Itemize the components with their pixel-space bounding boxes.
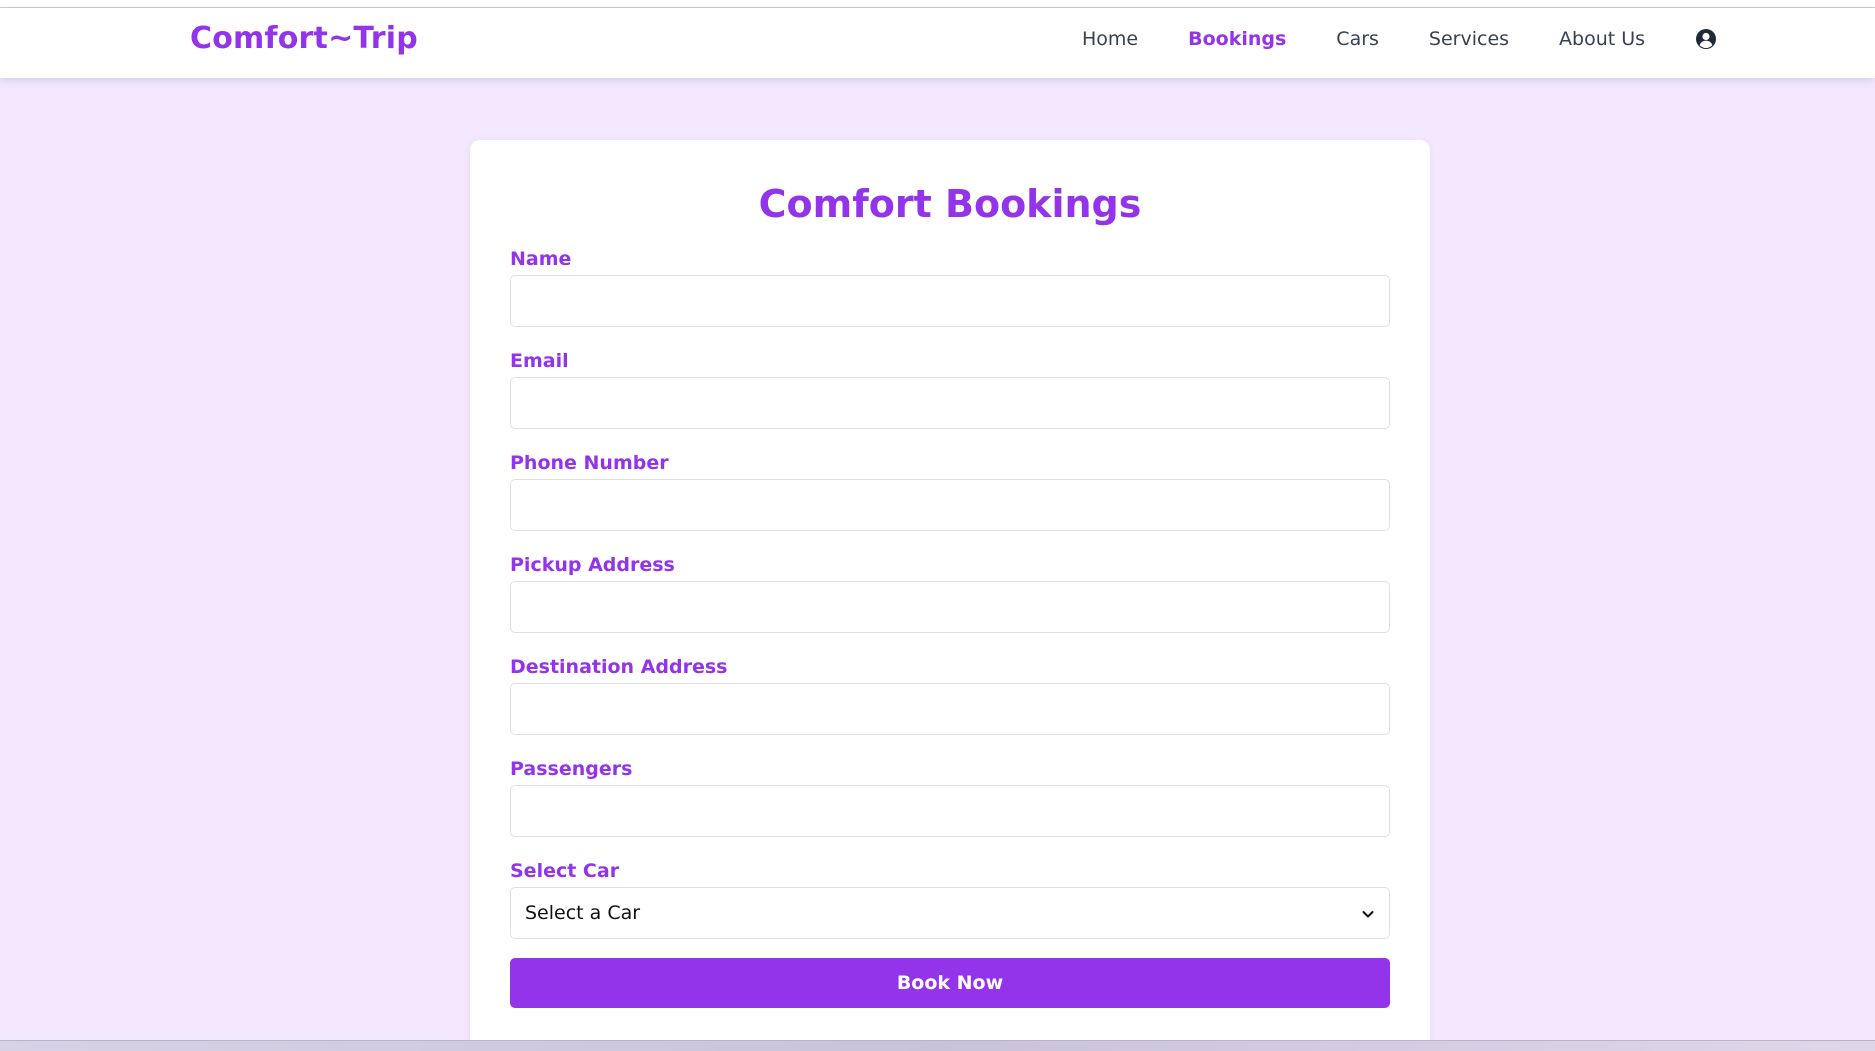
pickup-address-input[interactable] [510, 581, 1390, 633]
nav-links: Home Bookings Cars Services About Us [1082, 28, 1717, 50]
brand-logo[interactable]: Comfort~Trip [190, 21, 418, 56]
navbar: Comfort~Trip Home Bookings Cars Services… [0, 8, 1875, 78]
name-input[interactable] [510, 275, 1390, 327]
taskbar-edge [0, 1040, 1875, 1051]
nav-item-home[interactable]: Home [1082, 28, 1138, 50]
passengers-input[interactable] [510, 785, 1390, 837]
destination-address-input[interactable] [510, 683, 1390, 735]
chevron-down-icon [1361, 906, 1375, 920]
phone-input[interactable] [510, 479, 1390, 531]
booking-card: Comfort Bookings Name Email Phone Number… [470, 140, 1430, 1051]
car-select[interactable]: Select a Car [510, 887, 1390, 939]
nav-item-services[interactable]: Services [1429, 28, 1509, 50]
nav-item-bookings[interactable]: Bookings [1188, 28, 1286, 50]
user-circle-icon[interactable] [1695, 28, 1717, 50]
phone-label: Phone Number [510, 452, 669, 474]
nav-item-cars[interactable]: Cars [1336, 28, 1379, 50]
email-input[interactable] [510, 377, 1390, 429]
car-select-value: Select a Car [525, 902, 641, 924]
destination-address-label: Destination Address [510, 656, 728, 678]
select-car-label: Select Car [510, 860, 620, 882]
email-label: Email [510, 350, 569, 372]
name-label: Name [510, 248, 572, 270]
pickup-address-label: Pickup Address [510, 554, 675, 576]
book-now-button[interactable]: Book Now [510, 958, 1390, 1008]
browser-top-edge [0, 0, 1875, 8]
nav-item-about-us[interactable]: About Us [1559, 28, 1645, 50]
page-title: Comfort Bookings [758, 182, 1142, 226]
passengers-label: Passengers [510, 758, 633, 780]
